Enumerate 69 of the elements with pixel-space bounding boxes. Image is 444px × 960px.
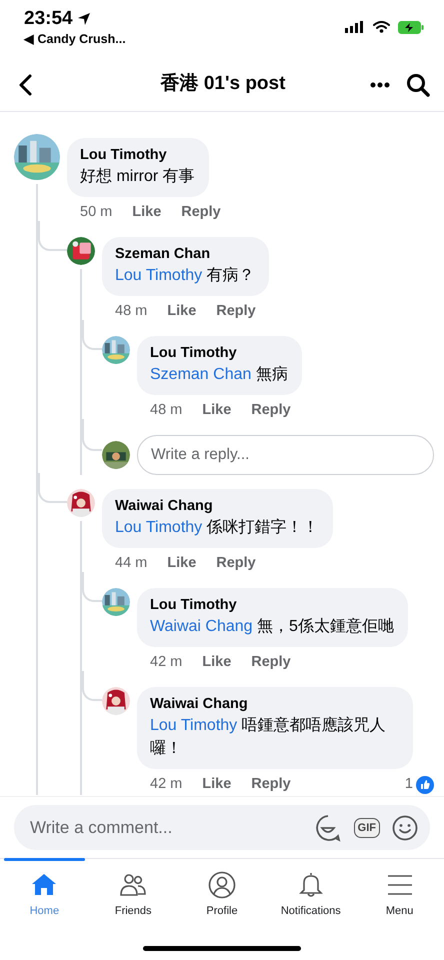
tab-button[interactable]: Notifications	[266, 859, 356, 946]
avatar	[14, 134, 60, 180]
wifi-icon	[373, 21, 390, 33]
location-arrow-icon	[76, 12, 91, 26]
battery-charging-icon	[398, 20, 424, 34]
back-to-app-link[interactable]: ◀ Candy Crush...	[24, 30, 126, 49]
profile-icon	[208, 871, 236, 899]
thread-connector	[38, 221, 67, 251]
avatar	[67, 237, 95, 265]
like-button[interactable]: Like	[167, 553, 196, 575]
signal-icon	[345, 21, 365, 33]
comment-author[interactable]: Lou Timothy	[150, 344, 288, 363]
comment-text: Waiwai Chang 無，5係太鍾意佢哋	[150, 616, 394, 637]
sticker-icon[interactable]	[314, 814, 342, 842]
more-icon[interactable]	[370, 82, 390, 88]
gif-button[interactable]: GIF	[354, 818, 380, 838]
page-title: 香港 01's post	[159, 72, 286, 96]
reply-button[interactable]: Reply	[251, 652, 291, 674]
like-button[interactable]: Like	[202, 652, 232, 674]
tab-button[interactable]: Menu	[355, 859, 444, 946]
comment-text: Szeman Chan 無病	[150, 364, 288, 385]
comment-field[interactable]: Write a comment... GIF	[14, 805, 430, 850]
avatar	[102, 588, 130, 616]
comment-text: Lou Timothy 唔鍾意都唔應該咒人囉！	[150, 716, 387, 759]
avatar	[67, 489, 95, 517]
thread-connector	[38, 473, 67, 503]
search-icon[interactable]	[406, 72, 430, 96]
like-icon	[416, 776, 434, 794]
comment-author[interactable]: Lou Timothy	[150, 596, 394, 615]
like-button[interactable]: Like	[202, 774, 232, 796]
thread-connector	[82, 419, 102, 451]
mention-link[interactable]: Waiwai Chang	[150, 618, 253, 635]
comment-time: 50 m	[80, 203, 112, 222]
comment-time: 42 m	[150, 775, 182, 794]
reply-field[interactable]: Write a reply...	[137, 435, 434, 475]
status-time: 23:54	[24, 8, 73, 30]
comment-time: 44 m	[115, 554, 148, 574]
comment-author[interactable]: Waiwai Chang	[115, 497, 319, 516]
comment-author[interactable]: Szeman Chan	[115, 245, 255, 264]
tab-button[interactable]: Friends	[88, 859, 178, 946]
comment-author[interactable]: Lou Timothy	[80, 146, 195, 165]
comment-time: 48 m	[115, 302, 148, 322]
like-button[interactable]: Like	[167, 301, 196, 323]
mention-link[interactable]: Lou Timothy	[115, 519, 202, 536]
bell-icon	[296, 871, 325, 899]
reply-button[interactable]: Reply	[216, 553, 256, 575]
avatar	[102, 336, 130, 364]
comment-text: Lou Timothy 有病？	[115, 266, 255, 286]
comment-author[interactable]: Waiwai Chang	[150, 695, 399, 714]
reaction-count: 1	[404, 775, 413, 794]
like-button[interactable]: Like	[202, 400, 232, 422]
avatar	[102, 441, 130, 469]
reply-button[interactable]: Reply	[251, 400, 291, 422]
like-button[interactable]: Like	[132, 202, 162, 224]
comment-text: Lou Timothy 係咪打錯字！！	[115, 518, 319, 538]
tab-button[interactable]: Profile	[178, 859, 266, 946]
comment-text: 好想 mirror 有事	[80, 166, 195, 187]
reply-button[interactable]: Reply	[216, 301, 256, 323]
comment-time: 48 m	[150, 401, 182, 420]
emoji-icon[interactable]	[392, 814, 418, 840]
comment-time: 42 m	[150, 653, 182, 672]
friends-icon	[119, 871, 148, 899]
mention-link[interactable]: Szeman Chan	[150, 366, 252, 383]
mention-link[interactable]: Lou Timothy	[115, 267, 202, 284]
avatar	[102, 687, 130, 715]
reply-button[interactable]: Reply	[251, 774, 291, 796]
tab-button[interactable]: Home	[0, 859, 89, 946]
reply-button[interactable]: Reply	[181, 202, 221, 224]
mention-link[interactable]: Lou Timothy	[150, 717, 238, 734]
